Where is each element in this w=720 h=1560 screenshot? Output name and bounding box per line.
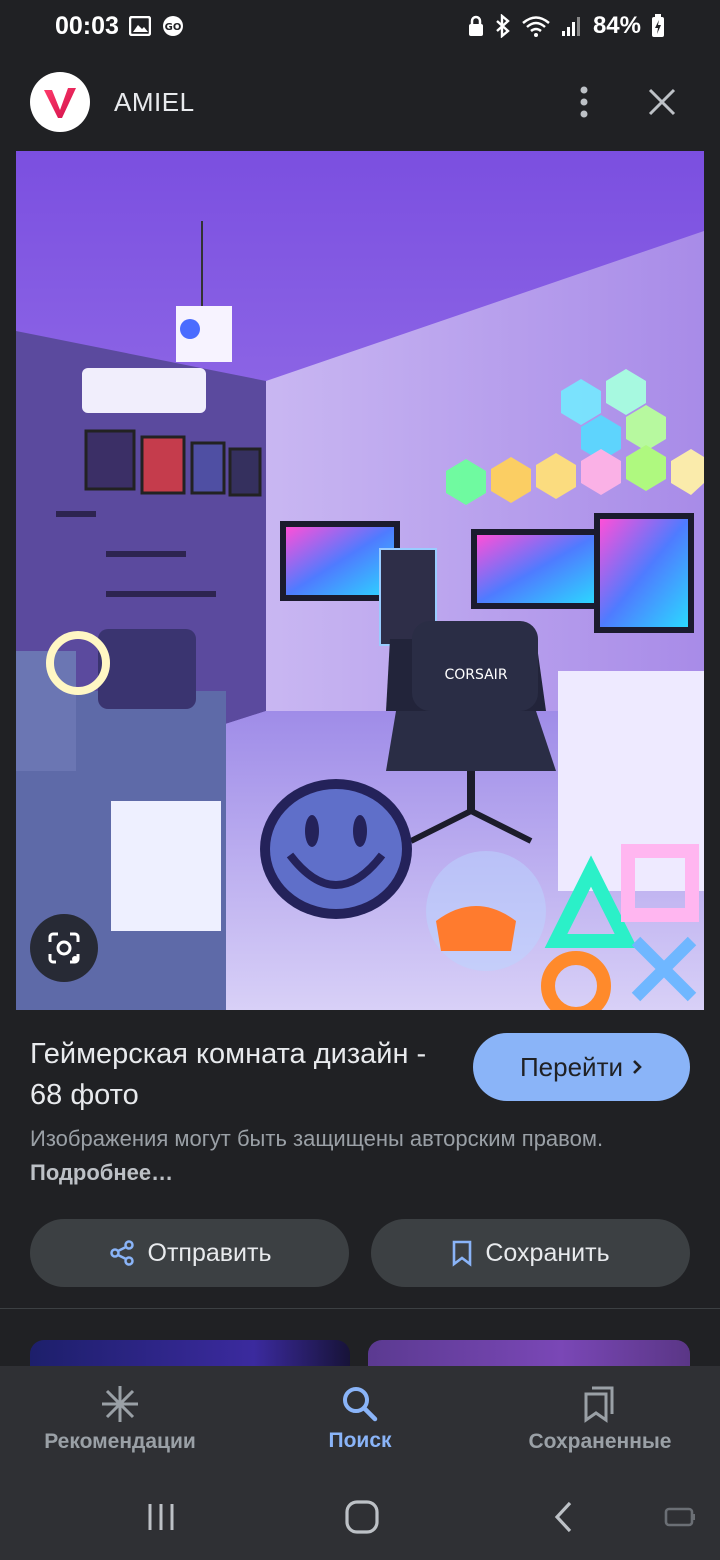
- keyboard-toggle-button[interactable]: [655, 1492, 705, 1542]
- save-button-label: Сохранить: [485, 1238, 610, 1267]
- status-bar: 00:03 GO 84%: [0, 0, 720, 52]
- nav-saved[interactable]: Сохраненные: [480, 1366, 720, 1472]
- go-app-icon: GO: [161, 14, 185, 38]
- share-icon: [109, 1240, 134, 1266]
- more-vert-icon: [580, 86, 588, 118]
- amiel-logo-icon: [44, 88, 76, 118]
- saved-collections-icon: [584, 1386, 614, 1423]
- share-button-label: Отправить: [147, 1238, 272, 1267]
- search-icon: [343, 1387, 378, 1422]
- home-button[interactable]: [337, 1492, 387, 1542]
- more-options-button[interactable]: [556, 74, 612, 130]
- svg-text:CORSAIR: CORSAIR: [444, 667, 507, 683]
- site-logo: [30, 72, 90, 132]
- status-time: 00:03: [55, 11, 119, 40]
- gallery-icon: [128, 16, 151, 36]
- keyboard-icon: [664, 1507, 695, 1527]
- site-name: AMIEL: [114, 86, 195, 117]
- battery-percent: 84%: [592, 12, 641, 39]
- copyright-notice: Изображения могут быть защищены авторски…: [30, 1122, 670, 1190]
- result-title[interactable]: Геймерская комната дизайн - 68 фото: [30, 1034, 450, 1116]
- system-navigation-bar: [0, 1472, 720, 1560]
- asterisk-icon: [102, 1386, 138, 1422]
- save-button[interactable]: Сохранить: [371, 1219, 690, 1287]
- result-image[interactable]: CORSAIR: [16, 151, 704, 1010]
- bookmark-icon: [453, 1240, 472, 1267]
- bottom-navigation: Рекомендации Поиск Сохраненные: [0, 1366, 720, 1472]
- signal-icon: [561, 15, 583, 37]
- home-icon: [345, 1500, 379, 1534]
- nav-search[interactable]: Поиск: [240, 1366, 480, 1472]
- battery-charging-icon: [651, 14, 665, 38]
- nav-label: Сохраненные: [528, 1430, 672, 1453]
- divider: [0, 1308, 720, 1309]
- visit-button-label: Перейти: [519, 1051, 624, 1082]
- back-button[interactable]: [540, 1492, 590, 1542]
- lens-icon: [48, 932, 80, 964]
- chevron-right-icon: [633, 1060, 642, 1074]
- nav-recommendations[interactable]: Рекомендации: [0, 1366, 240, 1472]
- gaming-room-photo: CORSAIR: [16, 151, 704, 1010]
- recent-apps-button[interactable]: [136, 1492, 186, 1542]
- learn-more-link[interactable]: Подробнее…: [30, 1160, 173, 1185]
- wifi-icon: [521, 15, 551, 37]
- close-button[interactable]: [634, 74, 690, 130]
- visit-button[interactable]: Перейти: [473, 1033, 690, 1101]
- nav-label: Рекомендации: [44, 1430, 196, 1453]
- app-header: AMIEL: [0, 60, 720, 144]
- lock-icon: [467, 15, 485, 37]
- close-icon: [648, 88, 676, 116]
- nav-label: Поиск: [328, 1429, 392, 1452]
- bluetooth-icon: [495, 14, 511, 38]
- share-button[interactable]: Отправить: [30, 1219, 349, 1287]
- svg-text:GO: GO: [165, 22, 182, 33]
- google-lens-button[interactable]: [30, 914, 98, 982]
- copyright-text: Изображения могут быть защищены авторски…: [30, 1126, 604, 1151]
- recent-apps-icon: [148, 1504, 174, 1530]
- back-icon: [554, 1501, 572, 1533]
